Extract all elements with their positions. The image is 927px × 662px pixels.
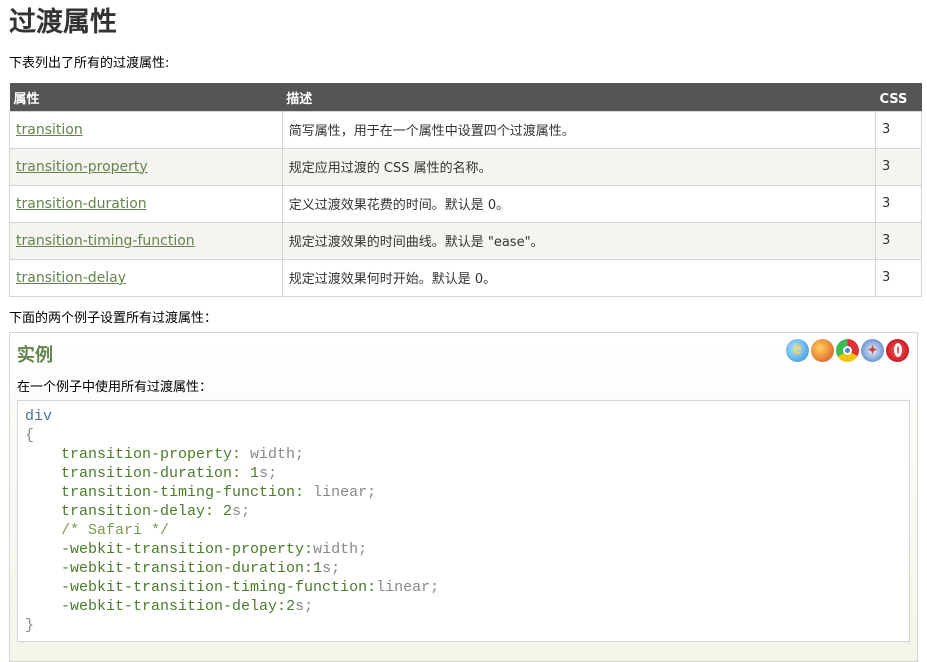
code-value: width; [313, 540, 368, 558]
firefox-icon [811, 338, 834, 362]
code-line: transition-property: width; [25, 445, 902, 464]
code-line: -webkit-transition-property:width; [25, 540, 902, 559]
property-cell: transition-timing-function [9, 221, 283, 260]
table-row: transition-delay 规定过渡效果何时开始。默认是 0。 3 [9, 258, 922, 297]
code-number: 2 [286, 597, 296, 615]
browser-support-icons: e ✦ [786, 338, 909, 362]
code-value: linear; [304, 483, 377, 501]
css-version-cell: 3 [875, 258, 922, 297]
example-heading: 实例 [17, 344, 53, 366]
css-version-cell: 3 [875, 110, 922, 149]
property-table: 属性 描述 CSS transition 简写属性，用于在一个属性中设置四个过渡… [9, 83, 922, 297]
code-value: s; [295, 597, 314, 615]
css-version-cell: 3 [875, 221, 922, 260]
header-css: CSS [875, 83, 922, 111]
page-title: 过渡属性 [9, 7, 117, 38]
code-selector: div [25, 407, 53, 425]
code-comment: /* Safari */ [61, 521, 170, 539]
property-cell: transition-duration [9, 184, 283, 223]
examples-intro: 下面的两个例子设置所有过渡属性： [9, 310, 218, 326]
ie-icon: e [786, 338, 809, 362]
table-row: transition-duration 定义过渡效果花费的时间。默认是 0。 3 [9, 184, 922, 223]
code-property: transition-property: [61, 445, 242, 463]
chrome-icon [836, 338, 859, 362]
property-link-transition-timing-function[interactable]: transition-timing-function [16, 233, 195, 249]
page: 过渡属性 下表列出了所有的过渡属性: 属性 描述 CSS transition … [0, 0, 927, 662]
table-header-row: 属性 描述 CSS [9, 83, 922, 111]
description-cell: 规定过渡效果何时开始。默认是 0。 [281, 258, 877, 297]
code-open-brace: { [25, 426, 35, 444]
property-cell: transition [9, 110, 283, 149]
code-line: -webkit-transition-delay:2s; [25, 597, 902, 616]
css-version-cell: 3 [875, 147, 922, 186]
css-version-cell: 3 [875, 184, 922, 223]
code-value: s; [322, 559, 341, 577]
code-line: transition-timing-function: linear; [25, 483, 902, 502]
code-value: linear; [376, 578, 440, 596]
description-cell: 简写属性，用于在一个属性中设置四个过渡属性。 [281, 110, 877, 149]
code-line: { [25, 426, 902, 445]
code-property: -webkit-transition-property: [61, 540, 314, 558]
code-line: transition-delay: 2s; [25, 502, 902, 521]
example-box: 实例 e ✦ 在一个例子中使用所有过渡属性： div { transition-… [9, 331, 918, 662]
table-row: transition-timing-function 规定过渡效果的时间曲线。默… [9, 221, 922, 260]
code-close-brace: } [25, 616, 35, 634]
description-cell: 规定过渡效果的时间曲线。默认是 "ease"。 [281, 221, 877, 260]
header-property: 属性 [9, 83, 283, 111]
opera-icon [886, 338, 909, 362]
table-row: transition-property 规定应用过渡的 CSS 属性的名称。 3 [9, 147, 922, 186]
code-number: 2 [214, 502, 233, 520]
example-intro: 在一个例子中使用所有过渡属性： [17, 379, 213, 395]
safari-icon: ✦ [861, 338, 884, 362]
code-number: 1 [313, 559, 323, 577]
code-property: -webkit-transition-timing-function: [61, 578, 377, 596]
code-line: transition-duration: 1s; [25, 464, 902, 483]
property-cell: transition-delay [9, 258, 283, 297]
code-value: s; [232, 502, 251, 520]
description-cell: 定义过渡效果花费的时间。默认是 0。 [281, 184, 877, 223]
table-intro: 下表列出了所有的过渡属性: [9, 56, 170, 71]
code-line: /* Safari */ [25, 521, 902, 540]
property-cell: transition-property [9, 147, 283, 186]
header-description: 描述 [282, 83, 876, 111]
code-line: } [25, 616, 902, 635]
code-property: transition-delay: [61, 502, 215, 520]
code-property: -webkit-transition-delay: [61, 597, 287, 615]
code-value: width; [241, 445, 305, 463]
property-link-transition[interactable]: transition [16, 122, 83, 138]
code-block: div { transition-property: width; transi… [17, 399, 910, 642]
description-cell: 规定应用过渡的 CSS 属性的名称。 [281, 147, 877, 186]
code-property: transition-duration: [61, 464, 242, 482]
code-line: -webkit-transition-timing-function:linea… [25, 578, 902, 597]
property-link-transition-delay[interactable]: transition-delay [16, 270, 126, 286]
property-link-transition-property[interactable]: transition-property [16, 159, 148, 175]
code-property: -webkit-transition-duration: [61, 559, 314, 577]
code-line: -webkit-transition-duration:1s; [25, 559, 902, 578]
code-value: s; [259, 464, 278, 482]
code-property: transition-timing-function: [61, 483, 305, 501]
table-row: transition 简写属性，用于在一个属性中设置四个过渡属性。 3 [9, 110, 922, 149]
code-number: 1 [241, 464, 260, 482]
code-line: div [25, 407, 902, 426]
property-link-transition-duration[interactable]: transition-duration [16, 196, 147, 212]
